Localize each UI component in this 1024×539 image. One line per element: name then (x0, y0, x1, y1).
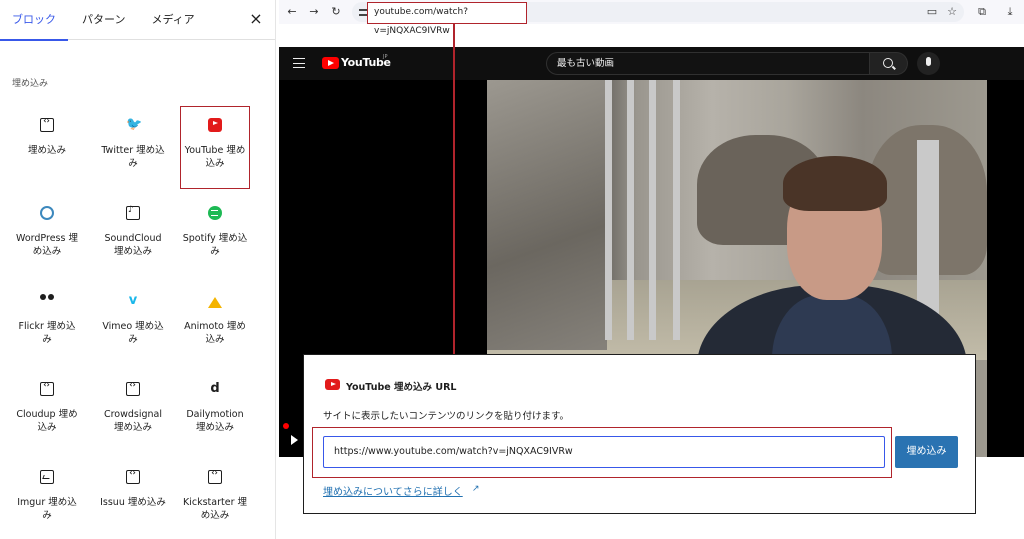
tab-patterns[interactable]: パターン (82, 0, 125, 40)
block-dailymotion[interactable]: d Dailymotion 埋め込み (180, 368, 250, 434)
video-fence (605, 80, 612, 340)
tab-media[interactable]: メディア (151, 0, 194, 40)
video-fence (673, 80, 680, 340)
block-label: Spotify 埋め込み (182, 233, 248, 257)
block-label: Issuu 埋め込み (100, 497, 166, 508)
animoto-icon (208, 294, 222, 308)
close-icon[interactable]: × (247, 10, 265, 28)
embed-icon (126, 380, 140, 396)
cast-icon[interactable]: ▭ (923, 3, 941, 21)
forward-icon[interactable]: → (305, 3, 323, 21)
embed-icon (208, 468, 222, 484)
block-label: 埋め込み (27, 145, 66, 156)
block-label: Cloudup 埋め込み (16, 409, 78, 433)
block-label: Dailymotion 埋め込み (186, 409, 244, 433)
search-icon[interactable] (870, 52, 908, 75)
block-flickr[interactable]: Flickr 埋め込み (12, 280, 82, 346)
video-fence (627, 80, 634, 340)
microphone-icon[interactable] (917, 52, 940, 75)
block-vimeo[interactable]: v Vimeo 埋め込み (98, 280, 168, 346)
block-inserter-panel: ブロック パターン メディア × 埋め込み 埋め込み 🐦 Twitter 埋め込… (0, 0, 276, 539)
embed-icon (126, 468, 140, 484)
block-label: SoundCloud 埋め込み (104, 233, 162, 257)
bookmark-star-icon[interactable]: ☆ (943, 3, 961, 21)
block-issuu[interactable]: Issuu 埋め込み (98, 456, 168, 509)
inserter-tabs: ブロック パターン メディア × (0, 0, 275, 41)
embed-button[interactable]: 埋め込み (895, 436, 958, 468)
block-label: Flickr 埋め込み (18, 321, 76, 345)
dailymotion-icon: d (210, 381, 220, 396)
embed-icon (40, 116, 54, 132)
video-person-hair (783, 156, 887, 211)
progress-scrubber[interactable] (283, 423, 289, 429)
soundcloud-icon (126, 205, 140, 220)
wordpress-icon (40, 206, 54, 220)
extensions-icon[interactable]: ⧉ (973, 3, 991, 21)
video-rock (487, 80, 607, 350)
twitter-icon: 🐦 (126, 117, 143, 132)
youtube-header: YouTube JP 最も古い動画 (279, 47, 1024, 80)
block-embed[interactable]: 埋め込み (12, 104, 82, 157)
block-cloudup[interactable]: Cloudup 埋め込み (12, 368, 82, 434)
block-imgur[interactable]: Imgur 埋め込み (12, 456, 82, 522)
reload-icon[interactable]: ↻ (327, 3, 345, 21)
youtube-logo-icon[interactable] (322, 57, 339, 69)
youtube-embed-placeholder: YouTube 埋め込み URL サイトに表示したいコンテンツのリンクを貼り付け… (303, 354, 976, 514)
block-label: Crowdsignal 埋め込み (103, 409, 163, 433)
embed-url-input[interactable]: https://www.youtube.com/watch?v=jNQXAC9I… (323, 436, 885, 468)
block-soundcloud[interactable]: SoundCloud 埋め込み (98, 192, 168, 258)
embed-icon (40, 380, 54, 396)
block-crowdsignal[interactable]: Crowdsignal 埋め込み (98, 368, 168, 434)
flickr-icon (40, 294, 54, 308)
block-label: Imgur 埋め込み (17, 497, 77, 521)
screenshot-root: ブロック パターン メディア × 埋め込み 埋め込み 🐦 Twitter 埋め込… (0, 0, 1024, 539)
embed-instructions: サイトに表示したいコンテンツのリンクを貼り付けます。 (323, 411, 570, 422)
youtube-block-highlight (180, 106, 250, 189)
menu-icon[interactable] (293, 58, 305, 68)
region-badge: JP (383, 54, 388, 60)
block-label: WordPress 埋め込み (16, 233, 78, 257)
block-animoto[interactable]: Animoto 埋め込み (180, 280, 250, 346)
imgur-icon (40, 470, 54, 484)
block-label: Twitter 埋め込み (101, 145, 165, 169)
tab-blocks[interactable]: ブロック (0, 0, 68, 41)
play-icon[interactable] (291, 435, 298, 445)
embed-title: YouTube 埋め込み URL (346, 382, 457, 393)
category-heading: 埋め込み (12, 79, 49, 89)
youtube-search-input[interactable]: 最も古い動画 (546, 52, 870, 75)
block-label: Kickstarter 埋め込み (183, 497, 247, 521)
block-twitter[interactable]: 🐦 Twitter 埋め込み (98, 104, 168, 170)
youtube-icon (325, 379, 340, 390)
browser-toolbar: ← → ↻ youtube.com/watch?v=jNQXAC9IVRw ▭ … (279, 0, 1024, 36)
block-label: Animoto 埋め込み (184, 321, 246, 345)
address-bar-url[interactable]: youtube.com/watch?v=jNQXAC9IVRw (367, 2, 527, 36)
block-label: Vimeo 埋め込み (102, 321, 164, 345)
learn-more-link[interactable]: 埋め込みについてさらに詳しく (323, 483, 463, 498)
block-wordpress[interactable]: WordPress 埋め込み (12, 192, 82, 258)
external-link-icon: ↗ (472, 484, 480, 494)
block-kickstarter[interactable]: Kickstarter 埋め込み (180, 456, 250, 522)
vimeo-icon: v (128, 293, 138, 308)
download-icon[interactable]: ⤓ (1001, 3, 1019, 21)
spotify-icon (208, 206, 222, 220)
annotation-arrow-line (453, 24, 455, 410)
back-icon[interactable]: ← (283, 3, 301, 21)
block-spotify[interactable]: Spotify 埋め込み (180, 192, 250, 258)
video-fence (649, 80, 656, 340)
